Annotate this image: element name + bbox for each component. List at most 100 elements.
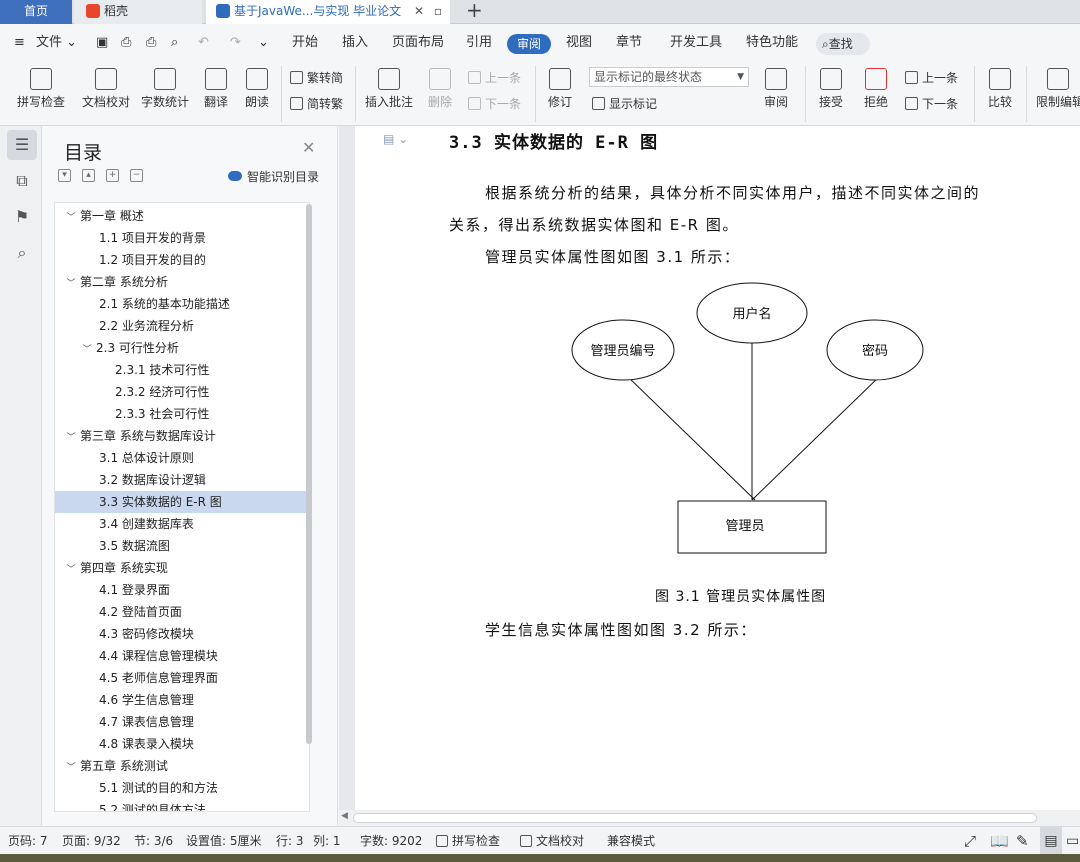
chevron-down-icon[interactable]: ﹀ [65,207,77,229]
remove-heading-icon[interactable]: − [130,169,143,182]
reject-button[interactable]: 拒绝 [858,68,894,110]
toc-item[interactable]: ﹀ 第五章 系统测试 [55,755,307,777]
toc-item[interactable]: ﹀ 2.3 可行性分析 [55,337,307,359]
chevron-down-icon[interactable]: ﹀ [65,757,77,779]
tab-close-icon[interactable]: ✕ [414,0,424,23]
track-changes-button[interactable]: 修订 [542,68,578,110]
save-icon[interactable]: ▣ [96,24,108,60]
print-icon[interactable]: ⎙ [146,24,156,60]
horizontal-scrollbar[interactable]: ◀ [339,810,1080,826]
spell-check-button[interactable]: 拼写检查 [12,68,70,110]
menu-chapter[interactable]: 章节 [616,24,642,60]
fullscreen-icon[interactable]: ⤢ [964,827,976,855]
doc-check-button[interactable]: 文档校对 [80,68,132,110]
toc-item[interactable]: ﹀ 第二章 系统分析 [55,271,307,293]
toc-item[interactable]: 4.6 学生信息管理 [55,689,307,711]
trad-to-simp-button[interactable]: 繁转简 [290,69,343,86]
compare-button[interactable]: 比较 [982,68,1018,110]
status-words[interactable]: 字数: 9202 [360,827,422,855]
tab-document[interactable]: 基于JavaWe...与实现 毕业论文 ✕ ▫ [206,0,450,24]
show-markup-button[interactable]: 显示标记 [592,95,657,112]
tab-menu-icon[interactable]: ▫ [434,0,442,23]
hamburger-icon[interactable]: ≡ [14,24,25,60]
toc-item[interactable]: 4.1 登录界面 [55,579,307,601]
menu-reference[interactable]: 引用 [466,24,492,60]
toc-item[interactable]: ﹀ 第一章 概述 [55,205,307,227]
next-comment-button[interactable]: 下一条 [468,95,521,112]
toc-item[interactable]: 1.2 项目开发的目的 [55,249,307,271]
smart-toc-button[interactable]: 智能识别目录 [228,168,319,185]
insert-comment-button[interactable]: 插入批注 [363,68,415,110]
menu-insert[interactable]: 插入 [342,24,368,60]
menu-file[interactable]: 文件 ⌄ [36,24,77,60]
prev-change-button[interactable]: 上一条 [905,69,958,86]
paragraph-menu-icon[interactable]: ▤ ⌄ [383,132,408,146]
toc-scrollbar[interactable] [306,204,312,744]
collapse-all-icon[interactable]: ▾ [58,169,71,182]
close-icon[interactable]: ✕ [302,138,315,157]
toc-item[interactable]: 5.2 测试的具体方法 [55,799,307,811]
read-aloud-button[interactable]: 朗读 [242,68,272,110]
redo-icon[interactable]: ↷ [230,24,241,60]
toc-item[interactable]: 2.1 系统的基本功能描述 [55,293,307,315]
toc-item[interactable]: 2.3.3 社会可行性 [55,403,307,425]
accept-button[interactable]: 接受 [813,68,849,110]
scroll-left-icon[interactable]: ◀ [341,811,348,821]
toc-item[interactable]: 3.3 实体数据的 E-R 图 [55,491,307,513]
menu-devtools[interactable]: 开发工具 [670,24,722,60]
toc-item[interactable]: 2.3.2 经济可行性 [55,381,307,403]
next-change-button[interactable]: 下一条 [905,95,958,112]
status-pages[interactable]: 页面: 9/32 [62,827,121,855]
output-icon[interactable]: ⎙ [121,24,131,60]
menu-features[interactable]: 特色功能 [746,24,798,60]
delete-comment-button[interactable]: 删除 [422,68,458,110]
search-icon[interactable]: ⌕ [7,238,37,268]
new-tab-button[interactable]: + [466,0,483,22]
toc-item[interactable]: ﹀ 第四章 系统实现 [55,557,307,579]
toc-panel-icon[interactable]: ☰ [7,130,37,160]
edit-mode-icon[interactable]: ✎ [1016,827,1029,855]
menu-start[interactable]: 开始 [292,24,318,60]
preview-icon[interactable]: ⌕ [171,24,178,60]
undo-icon[interactable]: ↶ [198,24,209,60]
toc-item[interactable]: 4.8 课表录入模块 [55,733,307,755]
toc-item[interactable]: 3.1 总体设计原则 [55,447,307,469]
toc-item[interactable]: 4.2 登陆首页面 [55,601,307,623]
page-view-icon[interactable]: ▤ [1040,827,1062,855]
toc-item[interactable]: 5.1 测试的目的和方法 [55,777,307,799]
navigation-icon[interactable]: ⧉ [7,166,37,196]
document-page[interactable]: ▤ ⌄ 3.3 实体数据的 E-R 图 根据系统分析的结果，具体分析不同实体用户… [355,126,1080,816]
word-count-button[interactable]: 字数统计 [140,68,190,110]
toc-item[interactable]: 3.5 数据流图 [55,535,307,557]
toc-item[interactable]: 3.2 数据库设计逻辑 [55,469,307,491]
quick-more-icon[interactable]: ⌄ [258,24,269,60]
toc-item[interactable]: 3.4 创建数据库表 [55,513,307,535]
tab-daoke[interactable]: 稻壳 [74,0,202,24]
scrollbar-thumb[interactable] [353,813,1037,823]
status-spell-check[interactable]: 拼写检查 [436,827,500,855]
toc-item[interactable]: 4.3 密码修改模块 [55,623,307,645]
menu-review[interactable]: 审阅 [507,34,551,54]
prev-comment-button[interactable]: 上一条 [468,69,521,86]
status-doc-check[interactable]: 文档校对 [520,827,584,855]
chevron-down-icon[interactable]: ﹀ [65,427,77,449]
chevron-down-icon[interactable]: ﹀ [65,273,77,295]
markup-mode-select[interactable]: 显示标记的最终状态 ▼ [589,67,749,87]
bookmark-icon[interactable]: ⚑ [7,202,37,232]
add-heading-icon[interactable]: + [106,169,119,182]
restrict-edit-button[interactable]: 限制编辑 [1036,68,1080,110]
simp-to-trad-button[interactable]: 简转繁 [290,95,343,112]
toc-item[interactable]: 4.7 课表信息管理 [55,711,307,733]
web-view-icon[interactable]: ▭ [1066,827,1079,855]
toc-item[interactable]: 2.3.1 技术可行性 [55,359,307,381]
search-box[interactable]: ⌕查找 [816,33,870,55]
toc-item[interactable]: 1.1 项目开发的背景 [55,227,307,249]
menu-layout[interactable]: 页面布局 [392,24,444,60]
translate-button[interactable]: 翻译 [198,68,234,110]
toc-item[interactable]: 4.4 课程信息管理模块 [55,645,307,667]
read-mode-icon[interactable]: 📖 [990,827,1009,855]
review-pane-button[interactable]: 审阅 [758,68,794,110]
chevron-down-icon[interactable]: ﹀ [65,559,77,581]
tab-home[interactable]: 首页 [0,0,72,24]
menu-view[interactable]: 视图 [566,24,592,60]
